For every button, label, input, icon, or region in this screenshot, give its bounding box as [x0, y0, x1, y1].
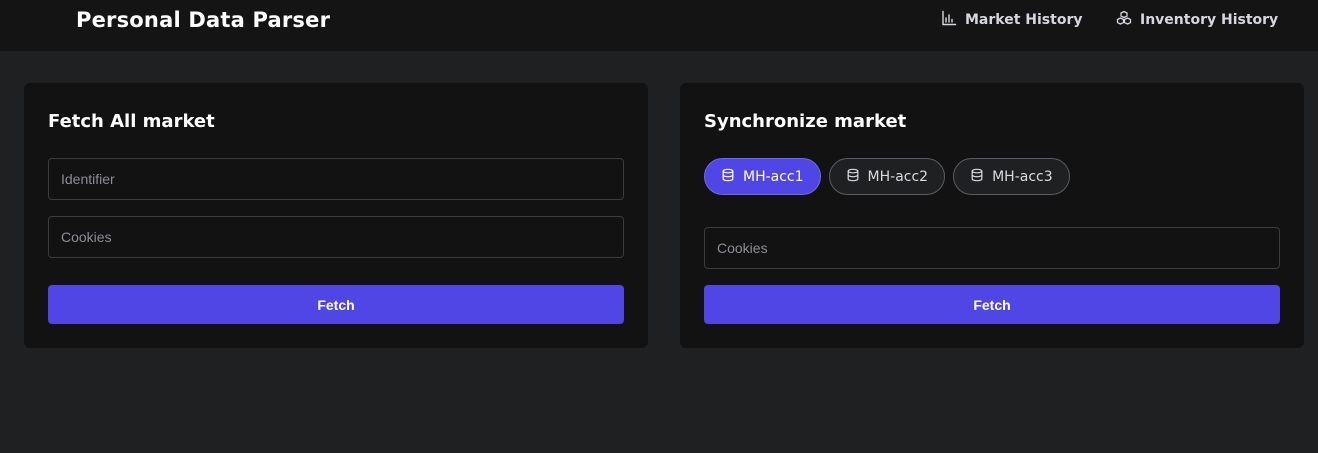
cubes-icon	[1116, 10, 1132, 30]
bar-chart-icon	[941, 10, 957, 30]
cookies-input[interactable]	[48, 216, 624, 258]
account-chip-label: MH-acc3	[992, 168, 1053, 185]
account-chip-label: MH-acc2	[867, 168, 929, 185]
fetch-all-market-card: Fetch All market Fetch	[24, 83, 648, 348]
account-chip-mh-acc3[interactable]: MH-acc3	[953, 158, 1070, 195]
database-icon	[846, 168, 860, 186]
account-chip-label: MH-acc1	[743, 168, 804, 185]
nav-inventory-history-label: Inventory History	[1140, 12, 1279, 28]
nav-market-history-label: Market History	[965, 12, 1083, 28]
fetch-all-market-title: Fetch All market	[48, 111, 215, 132]
account-selector: MH-acc1 MH-acc2 MH-acc3	[704, 158, 1070, 195]
synchronize-market-title: Synchronize market	[704, 111, 907, 132]
sync-fetch-button[interactable]: Fetch	[704, 285, 1280, 324]
fetch-button[interactable]: Fetch	[48, 285, 624, 324]
app-title[interactable]: Personal Data Parser	[76, 6, 330, 34]
account-chip-mh-acc2[interactable]: MH-acc2	[828, 158, 946, 195]
top-navbar: Personal Data Parser Market History Inve…	[0, 0, 1318, 51]
identifier-input[interactable]	[48, 158, 624, 200]
sync-cookies-input[interactable]	[704, 227, 1280, 269]
nav-market-history[interactable]: Market History	[941, 10, 1082, 30]
database-icon	[721, 168, 735, 186]
nav-inventory-history[interactable]: Inventory History	[1116, 10, 1278, 30]
database-icon	[970, 168, 984, 186]
account-chip-mh-acc1[interactable]: MH-acc1	[704, 158, 821, 195]
synchronize-market-card: Synchronize market MH-acc1 MH-acc2 MH-ac…	[680, 83, 1304, 348]
